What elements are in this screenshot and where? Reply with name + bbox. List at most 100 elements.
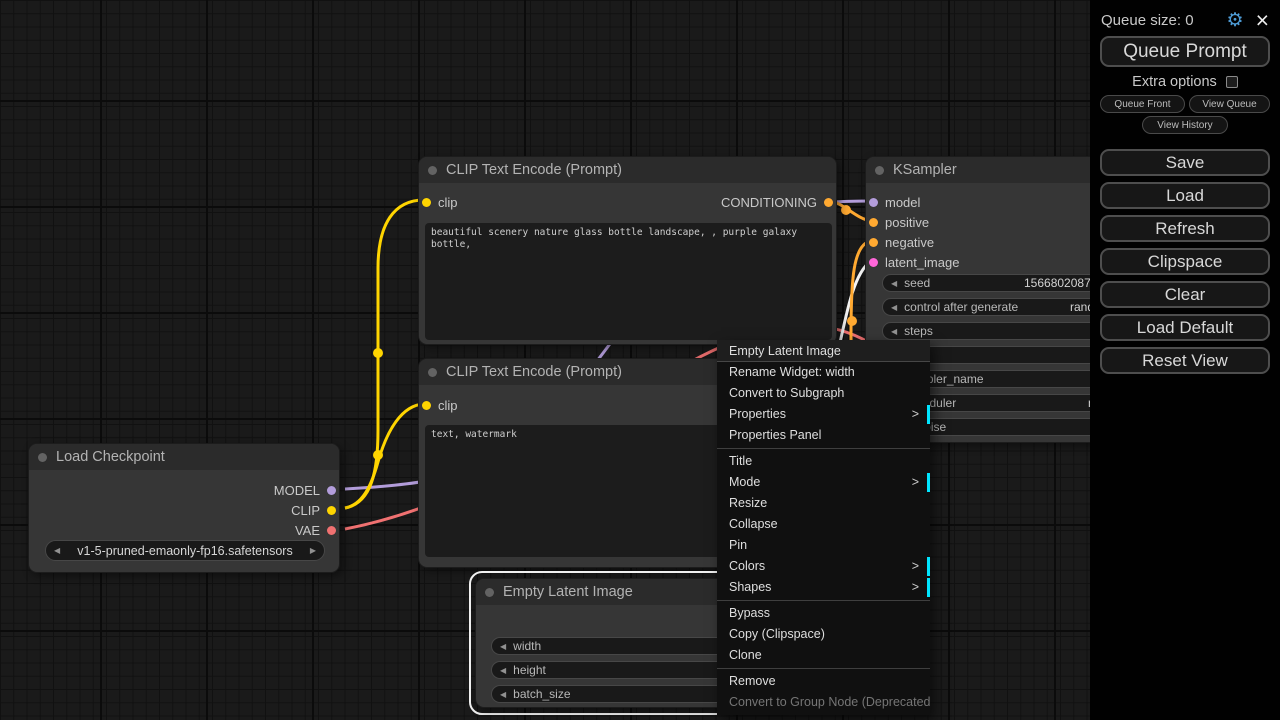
chevron-left-icon[interactable]: ◀ bbox=[500, 666, 506, 675]
clear-button[interactable]: Clear bbox=[1100, 281, 1270, 308]
comfyui-app: Load Checkpoint MODEL CLIP VAE ◀ v1-5-pr… bbox=[0, 0, 1280, 720]
wire-clip-to-negative-prompt bbox=[345, 404, 424, 508]
port-dot-icon[interactable] bbox=[869, 218, 878, 227]
menu-item-shapes[interactable]: Shapes > bbox=[717, 577, 930, 598]
submenu-arrow-icon: > bbox=[912, 556, 919, 577]
queue-front-button[interactable]: Queue Front bbox=[1100, 95, 1185, 113]
queue-size-label: Queue size: 0 bbox=[1101, 12, 1227, 29]
link-midpoint-dot[interactable] bbox=[847, 316, 857, 326]
widget-label: batch_size bbox=[513, 687, 570, 701]
port-dot-icon[interactable] bbox=[869, 238, 878, 247]
port-conditioning-output[interactable]: CONDITIONING bbox=[721, 195, 833, 209]
load-default-button[interactable]: Load Default bbox=[1100, 314, 1270, 341]
link-midpoint-dot[interactable] bbox=[373, 348, 383, 358]
menu-item-rename-widget[interactable]: Rename Widget: width bbox=[717, 362, 930, 383]
widget-label: width bbox=[513, 639, 541, 653]
port-clip-output[interactable]: CLIP bbox=[291, 503, 336, 517]
port-label: CLIP bbox=[291, 503, 320, 518]
menu-item-collapse[interactable]: Collapse bbox=[717, 514, 930, 535]
context-menu: Empty Latent Image Rename Widget: width … bbox=[717, 340, 930, 715]
context-menu-title: Empty Latent Image bbox=[717, 340, 930, 362]
widget-ckpt-name[interactable]: ◀ v1-5-pruned-emaonly-fp16.safetensors ▶ bbox=[45, 540, 325, 561]
menu-item-colors[interactable]: Colors > bbox=[717, 556, 930, 577]
port-dot-icon[interactable] bbox=[869, 198, 878, 207]
chevron-left-icon[interactable]: ◀ bbox=[500, 690, 506, 699]
port-clip-input[interactable]: clip bbox=[422, 398, 458, 412]
save-button[interactable]: Save bbox=[1100, 149, 1270, 176]
chevron-left-icon[interactable]: ◀ bbox=[500, 642, 506, 651]
menu-item-properties-panel[interactable]: Properties Panel bbox=[717, 425, 930, 446]
menu-item-convert-to-group-node[interactable]: Convert to Group Node (Deprecated) bbox=[717, 692, 930, 713]
chevron-left-icon[interactable]: ◀ bbox=[891, 303, 897, 312]
clipspace-button[interactable]: Clipspace bbox=[1100, 248, 1270, 275]
menu-item-title[interactable]: Title bbox=[717, 451, 930, 472]
port-model-output[interactable]: MODEL bbox=[274, 483, 336, 497]
link-midpoint-dot[interactable] bbox=[841, 205, 851, 215]
port-dot-icon[interactable] bbox=[824, 198, 833, 207]
widget-label: steps bbox=[904, 324, 933, 338]
port-dot-icon[interactable] bbox=[869, 258, 878, 267]
menu-item-resize[interactable]: Resize bbox=[717, 493, 930, 514]
node-title: CLIP Text Encode (Prompt) bbox=[446, 162, 622, 178]
port-label: latent_image bbox=[885, 255, 959, 270]
menu-item-remove[interactable]: Remove bbox=[717, 671, 930, 692]
refresh-button[interactable]: Refresh bbox=[1100, 215, 1270, 242]
node-header[interactable]: Load Checkpoint bbox=[29, 444, 339, 470]
port-dot-icon[interactable] bbox=[422, 198, 431, 207]
port-dot-icon[interactable] bbox=[327, 506, 336, 515]
port-model-input[interactable]: model bbox=[869, 195, 920, 209]
queue-prompt-button[interactable]: Queue Prompt bbox=[1100, 36, 1270, 67]
node-load-checkpoint[interactable]: Load Checkpoint MODEL CLIP VAE ◀ v1-5-pr… bbox=[28, 443, 340, 573]
wire-clip-to-positive-prompt bbox=[345, 200, 424, 508]
node-collapse-dot-icon[interactable] bbox=[38, 453, 47, 462]
chevron-left-icon[interactable]: ◀ bbox=[891, 279, 897, 288]
load-button[interactable]: Load bbox=[1100, 182, 1270, 209]
node-title: Empty Latent Image bbox=[503, 584, 633, 600]
node-header[interactable]: CLIP Text Encode (Prompt) bbox=[419, 157, 836, 183]
port-label: negative bbox=[885, 235, 934, 250]
node-title: CLIP Text Encode (Prompt) bbox=[446, 364, 622, 380]
reset-view-button[interactable]: Reset View bbox=[1100, 347, 1270, 374]
link-midpoint-dot[interactable] bbox=[373, 450, 383, 460]
node-collapse-dot-icon[interactable] bbox=[875, 166, 884, 175]
menu-item-properties[interactable]: Properties > bbox=[717, 404, 930, 425]
node-collapse-dot-icon[interactable] bbox=[428, 166, 437, 175]
submenu-indicator bbox=[927, 557, 930, 576]
chevron-left-icon[interactable]: ◀ bbox=[54, 546, 60, 555]
view-queue-button[interactable]: View Queue bbox=[1189, 95, 1270, 113]
close-icon[interactable]: × bbox=[1256, 9, 1269, 32]
gear-icon[interactable]: ⚙ bbox=[1227, 11, 1244, 30]
widget-value: v1-5-pruned-emaonly-fp16.safetensors bbox=[77, 544, 292, 558]
node-collapse-dot-icon[interactable] bbox=[485, 588, 494, 597]
extra-options-checkbox[interactable] bbox=[1226, 76, 1238, 88]
port-negative-input[interactable]: negative bbox=[869, 235, 934, 249]
port-label: CONDITIONING bbox=[721, 195, 817, 210]
port-dot-icon[interactable] bbox=[422, 401, 431, 410]
port-dot-icon[interactable] bbox=[327, 486, 336, 495]
menu-item-pin[interactable]: Pin bbox=[717, 535, 930, 556]
submenu-indicator bbox=[927, 473, 930, 492]
view-history-button[interactable]: View History bbox=[1142, 116, 1228, 134]
port-latent-image-input[interactable]: latent_image bbox=[869, 255, 959, 269]
node-title: KSampler bbox=[893, 162, 957, 178]
comfy-menu-panel: Queue size: 0 ⚙ × Queue Prompt Extra opt… bbox=[1090, 0, 1280, 720]
menu-item-convert-to-subgraph[interactable]: Convert to Subgraph bbox=[717, 383, 930, 404]
menu-item-bypass[interactable]: Bypass bbox=[717, 603, 930, 624]
port-clip-input[interactable]: clip bbox=[422, 195, 458, 209]
chevron-right-icon[interactable]: ▶ bbox=[310, 546, 316, 555]
node-clip-text-encode-positive[interactable]: CLIP Text Encode (Prompt) clip CONDITION… bbox=[418, 156, 837, 345]
port-label: MODEL bbox=[274, 483, 320, 498]
port-dot-icon[interactable] bbox=[327, 526, 336, 535]
menu-item-mode[interactable]: Mode > bbox=[717, 472, 930, 493]
node-collapse-dot-icon[interactable] bbox=[428, 368, 437, 377]
chevron-left-icon[interactable]: ◀ bbox=[891, 327, 897, 336]
port-positive-input[interactable]: positive bbox=[869, 215, 929, 229]
prompt-text-input[interactable]: beautiful scenery nature glass bottle la… bbox=[425, 223, 832, 340]
widget-label: height bbox=[513, 663, 546, 677]
node-title: Load Checkpoint bbox=[56, 449, 165, 465]
menu-item-copy-clipspace[interactable]: Copy (Clipspace) bbox=[717, 624, 930, 645]
port-vae-output[interactable]: VAE bbox=[295, 523, 336, 537]
menu-item-clone[interactable]: Clone bbox=[717, 645, 930, 666]
widget-value: 1566802087 bbox=[1024, 276, 1091, 290]
menu-separator bbox=[717, 668, 930, 669]
